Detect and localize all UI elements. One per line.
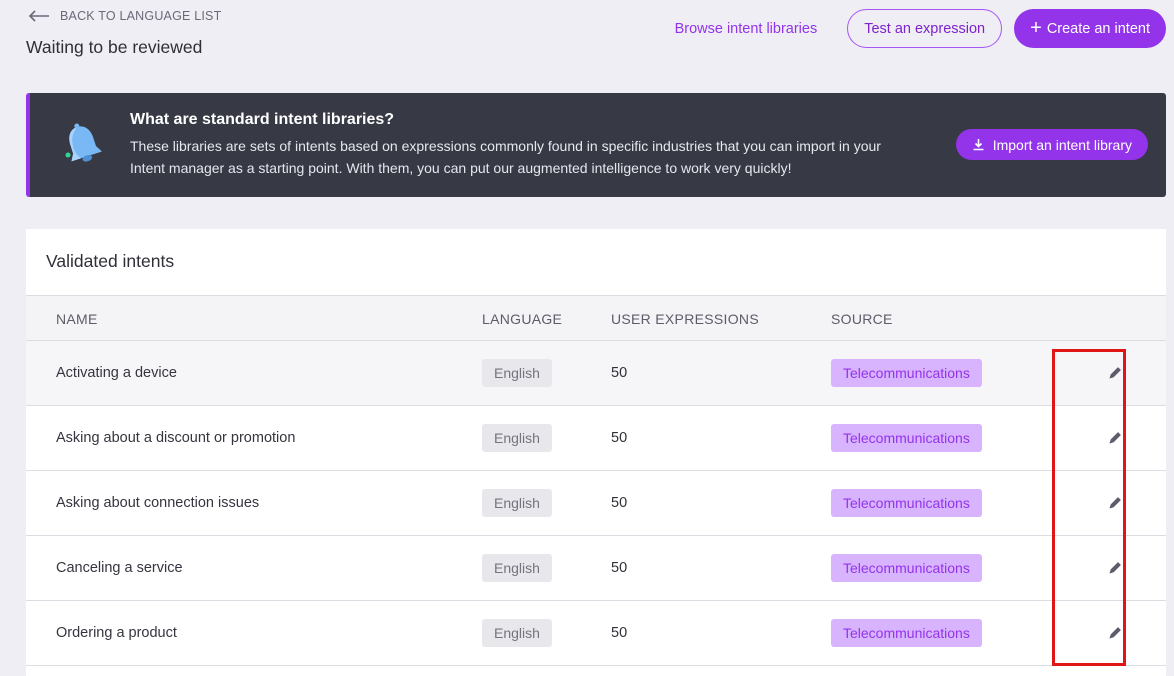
table-row[interactable]: Ordering a product English 50 Telecommun… <box>26 601 1166 666</box>
source-badge: Telecommunications <box>831 359 982 387</box>
page-title: Waiting to be reviewed <box>26 37 203 57</box>
language-badge: English <box>482 554 552 582</box>
column-header-name: NAME <box>56 311 98 327</box>
intent-name: Activating a device <box>56 365 177 381</box>
pencil-icon[interactable] <box>1107 560 1123 576</box>
validated-intents-card: Validated intents NAME LANGUAGE USER EXP… <box>26 229 1166 676</box>
intent-name: Canceling a service <box>56 560 183 576</box>
intent-name: Asking about a discount or promotion <box>56 430 296 446</box>
intent-libraries-banner: What are standard intent libraries? Thes… <box>26 93 1166 197</box>
bell-icon <box>65 123 102 162</box>
column-header-language: LANGUAGE <box>482 311 563 327</box>
table-row[interactable]: Asking about connection issues English 5… <box>26 471 1166 536</box>
language-badge: English <box>482 619 552 647</box>
language-badge: English <box>482 489 552 517</box>
card-title: Validated intents <box>46 251 175 271</box>
plus-icon: + <box>1030 16 1042 39</box>
pencil-icon[interactable] <box>1107 365 1123 381</box>
user-expressions-count: 50 <box>611 495 628 511</box>
column-header-expressions: USER EXPRESSIONS <box>611 311 759 327</box>
pencil-icon[interactable] <box>1107 430 1123 446</box>
arrow-left-icon <box>28 10 49 22</box>
source-badge: Telecommunications <box>831 489 982 517</box>
column-header-source: SOURCE <box>831 311 893 327</box>
import-label: Import an intent library <box>992 136 1132 153</box>
intent-name: Ordering a product <box>56 625 177 641</box>
source-badge: Telecommunications <box>831 554 982 582</box>
test-expression-button[interactable]: Test an expression <box>847 9 1003 48</box>
pencil-icon[interactable] <box>1107 495 1123 511</box>
download-icon <box>973 139 984 151</box>
header-actions: Browse intent libraries Test an expressi… <box>657 9 1166 48</box>
table-row[interactable]: Canceling a service English 50 Telecommu… <box>26 536 1166 601</box>
intent-name: Asking about connection issues <box>56 495 260 511</box>
table-row[interactable]: Activating a device English 50 Telecommu… <box>26 341 1166 406</box>
language-badge: English <box>482 359 552 387</box>
browse-intent-libraries-link[interactable]: Browse intent libraries <box>657 21 836 37</box>
language-badge: English <box>482 424 552 452</box>
banner-title: What are standard intent libraries? <box>130 111 395 128</box>
table-row[interactable]: Asking about a discount or promotion Eng… <box>26 406 1166 471</box>
pencil-icon[interactable] <box>1107 625 1123 641</box>
source-badge: Telecommunications <box>831 619 982 647</box>
user-expressions-count: 50 <box>611 430 628 446</box>
table-header: NAME LANGUAGE USER EXPRESSIONS SOURCE <box>26 295 1166 341</box>
back-to-language-list-link[interactable]: BACK TO LANGUAGE LIST <box>28 9 221 23</box>
user-expressions-count: 50 <box>611 365 628 381</box>
import-intent-library-button[interactable]: Import an intent library <box>955 129 1148 160</box>
back-link-label: BACK TO LANGUAGE LIST <box>60 9 222 23</box>
banner-description: These libraries are sets of intents base… <box>130 138 881 176</box>
create-intent-label: Create an intent <box>1046 20 1150 37</box>
source-badge: Telecommunications <box>831 424 982 452</box>
user-expressions-count: 50 <box>611 560 628 576</box>
banner-text: What are standard intent libraries? Thes… <box>130 111 910 179</box>
user-expressions-count: 50 <box>611 625 628 641</box>
create-intent-button[interactable]: + Create an intent <box>1014 9 1166 48</box>
